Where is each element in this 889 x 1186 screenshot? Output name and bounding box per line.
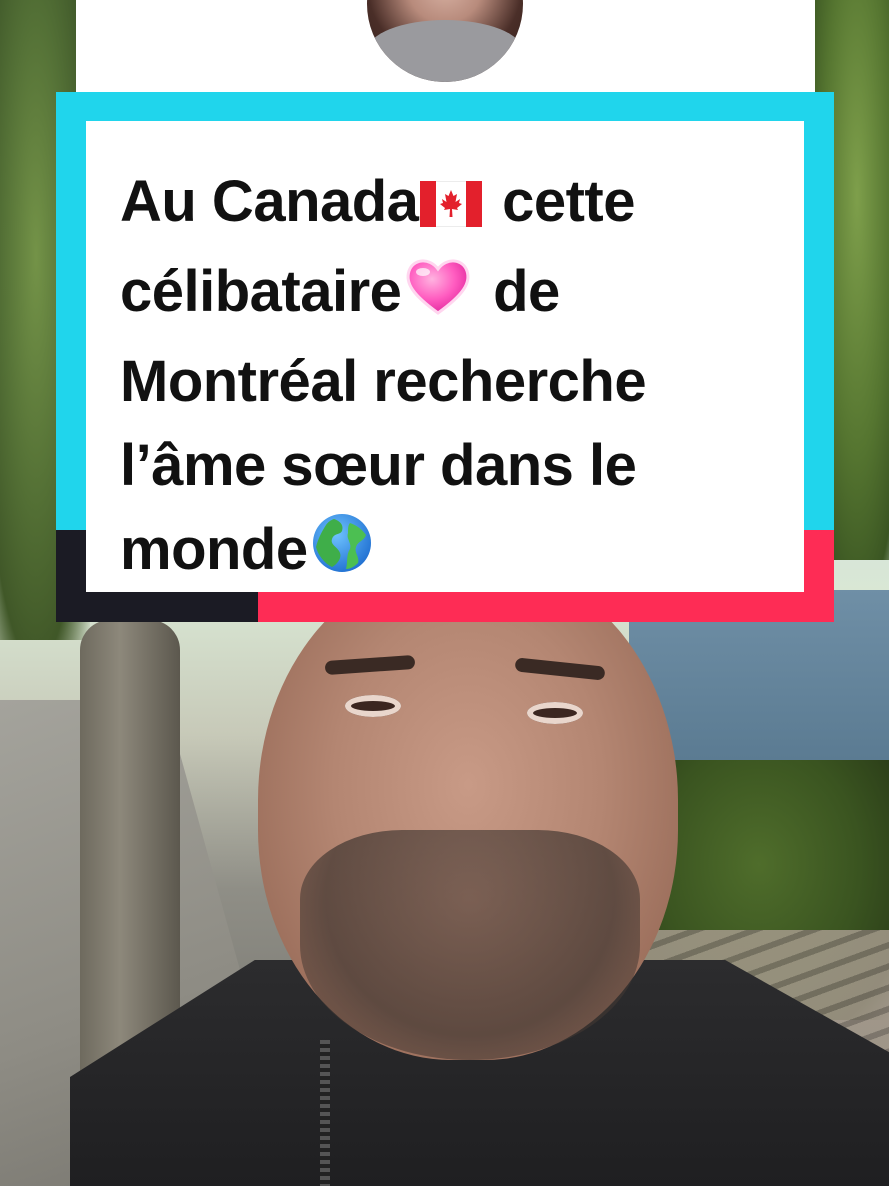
person-zipper bbox=[320, 1040, 330, 1186]
caption-line-5: monde bbox=[120, 508, 760, 598]
caption-line-4: l’âme sœur dans le bbox=[120, 433, 637, 498]
person-beard bbox=[300, 830, 640, 1060]
caption-line-3: Montréal recherche bbox=[120, 349, 647, 414]
globe-icon bbox=[310, 511, 374, 598]
caption-line-2: célibataire de bbox=[120, 250, 760, 340]
caption-text: Au Canada cette célibataire de Montréal … bbox=[120, 160, 760, 598]
pink-heart-icon bbox=[403, 255, 473, 340]
avatar-shirt bbox=[367, 19, 523, 82]
caption-line-1: Au Canada cette bbox=[120, 160, 760, 250]
person-eye-right bbox=[527, 702, 583, 724]
avatar[interactable] bbox=[367, 0, 523, 82]
video-frame[interactable]: Au Canada cette célibataire de Montréal … bbox=[0, 0, 889, 1186]
canada-flag-icon bbox=[419, 166, 483, 250]
person-eye-left bbox=[345, 695, 401, 717]
